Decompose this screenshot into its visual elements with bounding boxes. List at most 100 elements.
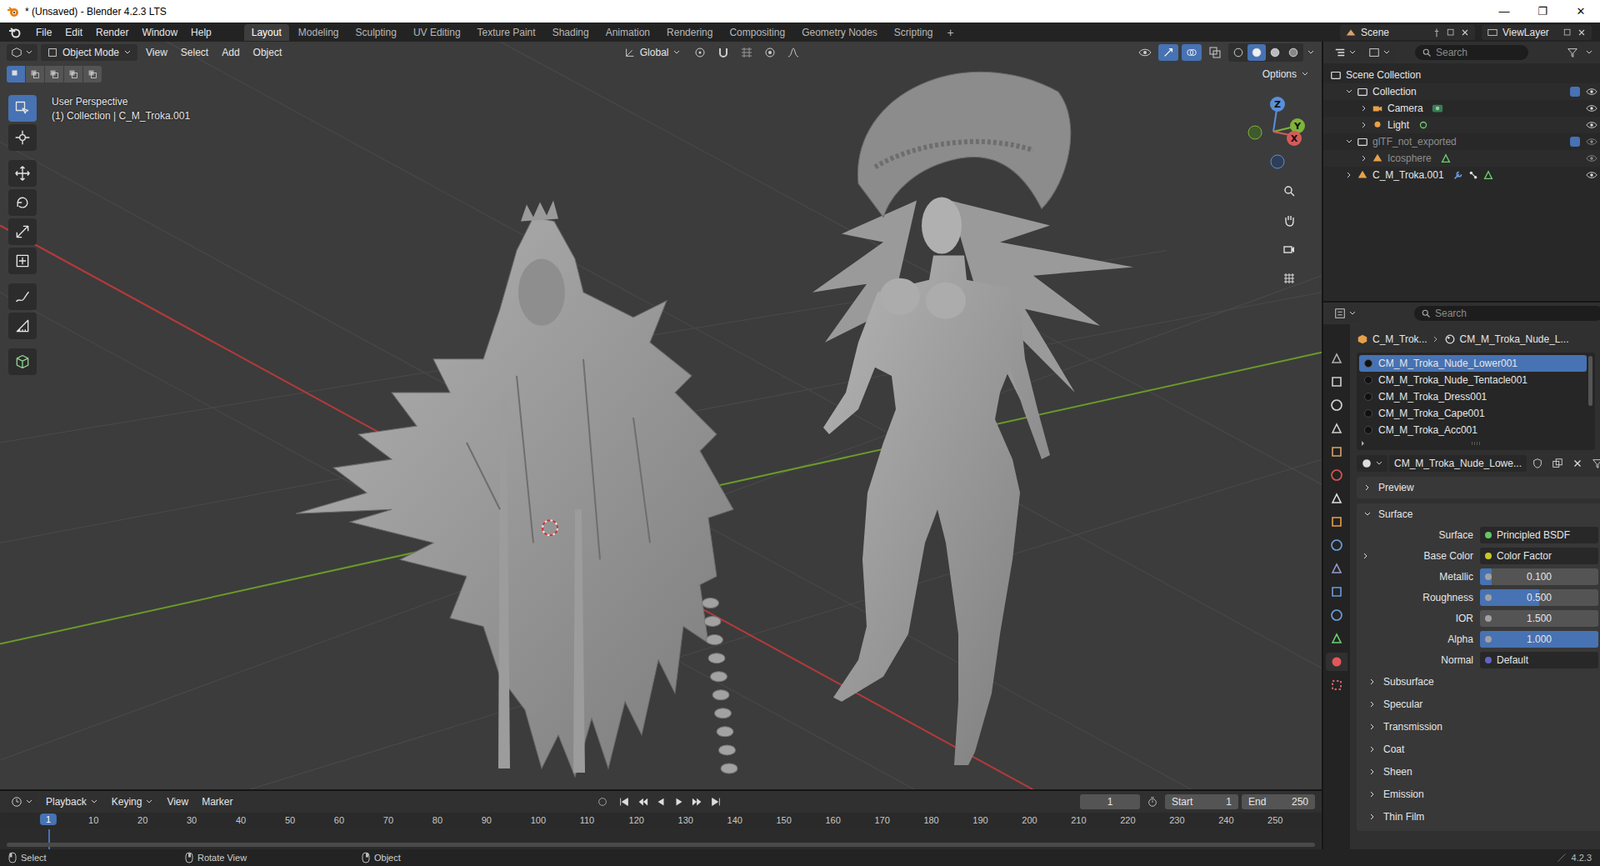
duplicate-icon[interactable] <box>1562 27 1573 38</box>
workspace-tab[interactable]: Layout <box>244 24 290 41</box>
eye-icon[interactable] <box>1585 169 1598 181</box>
close-icon[interactable] <box>1460 27 1470 38</box>
mesh-data-icon[interactable] <box>1482 169 1495 181</box>
workspace-tab[interactable]: Modeling <box>290 24 347 41</box>
eye-icon[interactable] <box>1585 85 1598 98</box>
expand-arrow-icon[interactable] <box>1345 137 1354 146</box>
properties-tab[interactable] <box>1325 652 1348 671</box>
tool-button[interactable] <box>8 189 37 216</box>
playback-button-icon[interactable] <box>618 795 630 808</box>
subpanel-header[interactable]: Transmission <box>1356 717 1600 736</box>
property-field[interactable]: Color Factor <box>1480 547 1599 565</box>
filter-arrow-icon[interactable] <box>1359 439 1368 448</box>
scene-selector[interactable]: Scene <box>1340 25 1475 40</box>
playback-button-icon[interactable] <box>691 795 704 808</box>
properties-tab[interactable] <box>1325 559 1348 578</box>
panel-header[interactable]: Surface <box>1356 503 1600 525</box>
xray-icon[interactable] <box>1208 45 1222 60</box>
tool-button[interactable] <box>8 348 37 375</box>
workspace-tab[interactable]: Compositing <box>721 24 793 41</box>
selection-mode-button[interactable] <box>64 65 83 83</box>
viewport-canvas[interactable] <box>0 41 1322 790</box>
resize-grip-icon[interactable] <box>1470 440 1484 446</box>
socket-dot-icon[interactable] <box>1485 615 1492 622</box>
shading-mode-button[interactable] <box>1265 44 1285 61</box>
workspace-tab[interactable]: Sculpting <box>348 24 405 41</box>
material-slot[interactable]: CM_M_Troka_Dress001 <box>1359 388 1587 405</box>
blender-menu-icon[interactable] <box>8 25 22 40</box>
tool-button[interactable] <box>8 218 37 245</box>
subpanel-header[interactable]: Thin Film <box>1356 807 1600 826</box>
outliner-row[interactable]: Scene Collection <box>1323 66 1600 84</box>
shading-mode-button[interactable] <box>1229 44 1248 61</box>
subpanel-header[interactable]: Specular <box>1356 695 1600 714</box>
selection-mode-button[interactable] <box>6 65 25 83</box>
menu-item[interactable]: Window <box>135 25 184 40</box>
timeline-scrollbar[interactable] <box>6 842 1315 847</box>
timeline-menu[interactable]: Marker <box>196 794 238 810</box>
timeline-menu[interactable]: View <box>161 794 194 810</box>
timeline-menu[interactable]: Playback <box>40 794 104 810</box>
expand-arrow-icon[interactable] <box>1345 87 1354 96</box>
properties-search[interactable]: Search <box>1414 305 1600 321</box>
end-frame-field[interactable]: End250 <box>1241 794 1315 810</box>
snap-icon[interactable] <box>716 45 730 60</box>
subpanel-header[interactable]: Subsurface <box>1356 672 1600 691</box>
selection-mode-button[interactable] <box>25 65 45 83</box>
editor-type-button[interactable] <box>1330 305 1361 322</box>
viewport-menu[interactable]: Object <box>248 45 288 60</box>
woman-model[interactable] <box>812 71 1134 765</box>
view-layer-selector[interactable]: ViewLayer <box>1481 25 1592 40</box>
playback-button-icon[interactable] <box>710 795 722 808</box>
modifier-wrench-icon[interactable] <box>1452 169 1465 181</box>
editor-type-button[interactable] <box>1330 44 1361 61</box>
material-slot[interactable]: CM_M_Troka_Nude_Tentacle001 <box>1359 371 1587 389</box>
tool-button[interactable] <box>8 160 37 187</box>
material-name-field[interactable]: CM_M_Troka_Nude_Lowe... <box>1389 455 1527 472</box>
expand-arrow-icon[interactable] <box>1360 104 1369 113</box>
selection-mode-button[interactable] <box>83 65 102 83</box>
overlay-toggle[interactable] <box>1181 44 1202 61</box>
auto-key-icon[interactable] <box>596 795 609 808</box>
close-icon[interactable] <box>1576 27 1587 38</box>
orientation-dropdown[interactable]: Global <box>618 44 688 61</box>
menu-item[interactable]: Help <box>185 25 218 40</box>
material-slot[interactable]: CM_M_Troka_Nude_Lower001 <box>1359 355 1587 372</box>
subpanel-header[interactable]: Sheen <box>1356 762 1600 781</box>
chevron-down-icon[interactable] <box>1585 48 1594 57</box>
link-mode-icon[interactable] <box>1591 457 1600 470</box>
properties-tab[interactable] <box>1325 442 1348 461</box>
pivot-icon[interactable] <box>693 45 707 60</box>
properties-tab[interactable] <box>1325 582 1348 601</box>
property-field[interactable]: 1.000 <box>1480 630 1599 648</box>
outliner-search[interactable]: Search <box>1415 45 1529 60</box>
proportional-edit-icon[interactable] <box>763 45 777 60</box>
camera-view-button[interactable] <box>1277 237 1301 261</box>
properties-tab[interactable] <box>1325 629 1348 648</box>
viewport-menu[interactable]: Add <box>216 45 245 60</box>
zoom-button[interactable] <box>1277 179 1301 203</box>
duplicate-icon[interactable] <box>1551 457 1564 470</box>
window-control-button[interactable]: — <box>1485 5 1524 18</box>
material-slot[interactable]: CM_M_Troka_Cape001 <box>1359 405 1587 422</box>
tool-button[interactable] <box>8 95 37 122</box>
socket-dot-icon[interactable] <box>1485 573 1492 580</box>
shading-mode-button[interactable] <box>1247 44 1266 61</box>
timeline-track[interactable] <box>0 829 1322 850</box>
chevron-down-icon[interactable] <box>1306 48 1315 57</box>
socket-dot-icon[interactable] <box>1485 594 1492 601</box>
unlink-icon[interactable] <box>1571 457 1584 470</box>
timeline-menu[interactable]: Keying <box>106 794 160 810</box>
playback-button-icon[interactable] <box>636 795 649 808</box>
visibility-icon[interactable] <box>1138 45 1152 60</box>
eye-icon[interactable] <box>1585 135 1598 148</box>
creature-model[interactable] <box>295 200 738 777</box>
mode-dropdown[interactable]: Object Mode <box>40 44 138 61</box>
subpanel-header[interactable]: Emission <box>1356 785 1600 804</box>
properties-tab[interactable] <box>1325 489 1348 508</box>
properties-tab[interactable] <box>1325 605 1348 625</box>
playback-button-icon[interactable] <box>655 795 667 808</box>
mesh-data-icon[interactable] <box>1440 152 1452 165</box>
expand-arrow-icon[interactable] <box>1360 154 1369 163</box>
add-workspace-button[interactable]: + <box>942 24 960 41</box>
